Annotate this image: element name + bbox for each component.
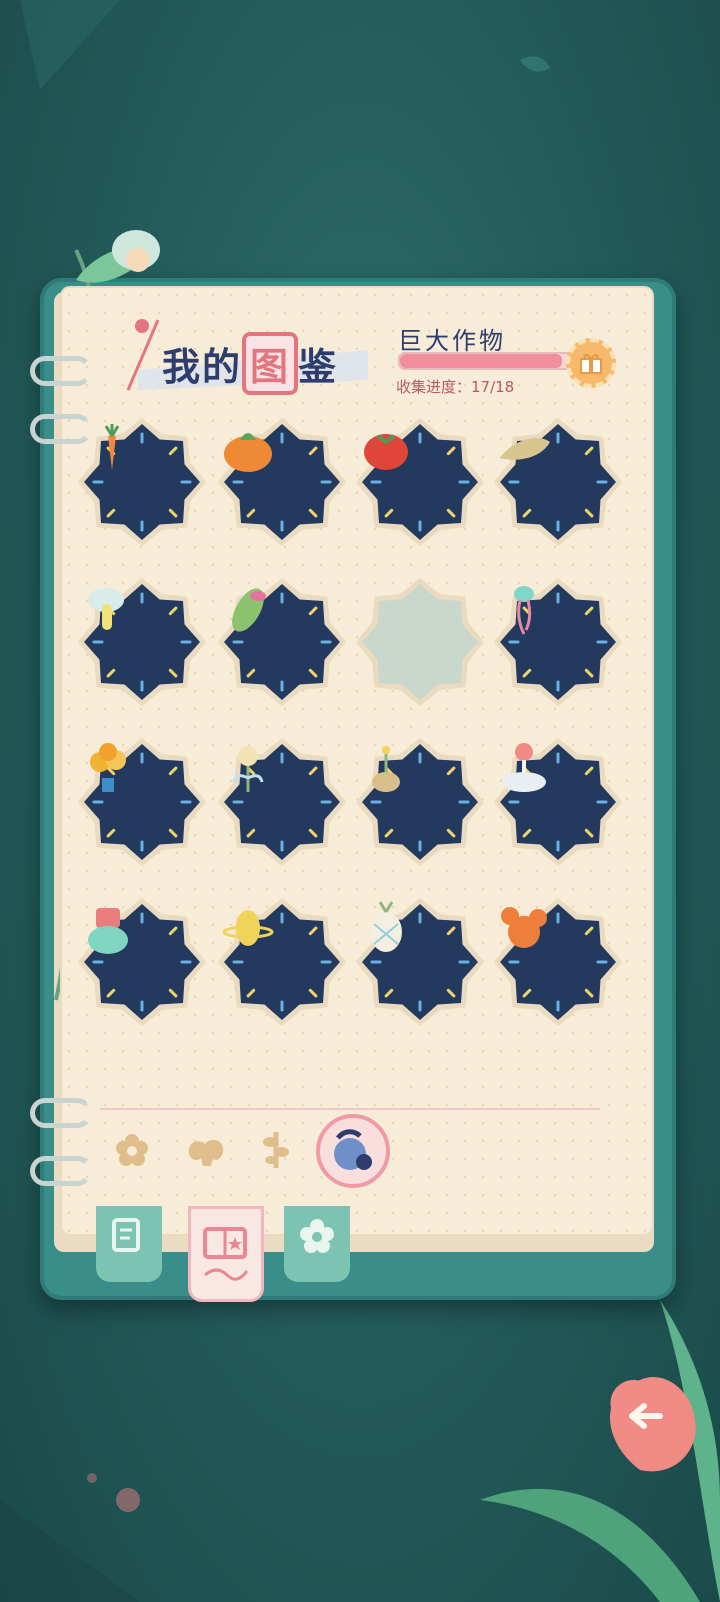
book-star-tab-icon [203, 1227, 249, 1281]
reward-gift-button[interactable] [566, 338, 616, 388]
pineapple-icon [370, 901, 402, 952]
corn-icon [232, 588, 266, 632]
carrot-icon [104, 424, 120, 470]
cactus-icon [501, 907, 547, 948]
progress-bar [398, 352, 574, 370]
collection-slot-giant-carrot[interactable] [78, 418, 206, 546]
cup-slime-icon [88, 908, 128, 954]
tab-collection[interactable] [188, 1206, 264, 1302]
flower-tab-icon [300, 1219, 334, 1253]
progress-label: 收集进度：17/18 [396, 378, 515, 396]
cloud-berry-icon [502, 743, 546, 792]
collection-slot-giant-crystal-pineapple[interactable] [356, 898, 484, 1026]
tomato-icon [364, 434, 408, 470]
collection-slot-giant-corn[interactable] [218, 578, 346, 706]
bamboo-shoot-icon [500, 438, 550, 460]
binder-ring [30, 1156, 92, 1186]
tree-pot-icon [90, 743, 126, 792]
collection-slot-giant-tomato[interactable] [356, 418, 484, 546]
collection-slot-giant-mushroom[interactable] [78, 578, 206, 706]
flower-category-icon [116, 1134, 148, 1166]
tree-category-icon [188, 1139, 224, 1166]
binder-ring [30, 356, 92, 386]
collection-slot-giant-lemon-planet[interactable] [218, 898, 346, 1026]
category-name: 巨大作物 [398, 327, 506, 355]
page-title: 我的图鉴 [162, 332, 338, 395]
collection-slot-giant-cup-slime[interactable] [78, 898, 206, 1026]
collection-slot-giant-cactus[interactable] [494, 898, 622, 1026]
back-button[interactable] [604, 1372, 688, 1468]
title-text-part1: 我的 [162, 345, 243, 389]
gift-icon [580, 354, 602, 374]
title-text-part2: 鉴 [298, 345, 339, 389]
collection-slot-giant-cloud-berry[interactable] [494, 738, 622, 866]
category-tree-button[interactable] [182, 1126, 230, 1174]
plant-category-icon [263, 1132, 289, 1168]
giant-crop-category-icon [334, 1129, 372, 1170]
progress-fill [400, 354, 563, 368]
sprout-pot-icon [372, 746, 400, 792]
category-flower-button[interactable] [108, 1126, 156, 1174]
title-boxed-char: 图 [242, 332, 299, 395]
flower-icon [232, 746, 264, 792]
collection-slot-locked-slot[interactable] [356, 578, 484, 706]
collection-slot-giant-bamboo-shoot[interactable] [494, 418, 622, 546]
binder-ring [30, 1098, 92, 1128]
lemon-planet-icon [222, 910, 274, 946]
tab-notes[interactable] [96, 1206, 162, 1282]
collection-slot-giant-jellyfish[interactable] [494, 578, 622, 706]
pumpkin-icon [224, 433, 272, 472]
category-plant-button[interactable] [252, 1126, 300, 1174]
tab-flower[interactable] [284, 1206, 350, 1282]
badge-frame [356, 578, 484, 706]
collection-grid [78, 418, 634, 1058]
jellyfish-icon [514, 586, 534, 635]
notes-tab-icon [112, 1218, 140, 1252]
collection-slot-giant-pumpkin[interactable] [218, 418, 346, 546]
mushroom-icon [88, 588, 124, 630]
collection-slot-giant-sprout-pot[interactable] [356, 738, 484, 866]
category-divider [100, 1108, 600, 1110]
category-giant-crop-button[interactable] [316, 1114, 390, 1188]
collection-slot-giant-tree-pot[interactable] [78, 738, 206, 866]
collection-slot-giant-flower[interactable] [218, 738, 346, 866]
